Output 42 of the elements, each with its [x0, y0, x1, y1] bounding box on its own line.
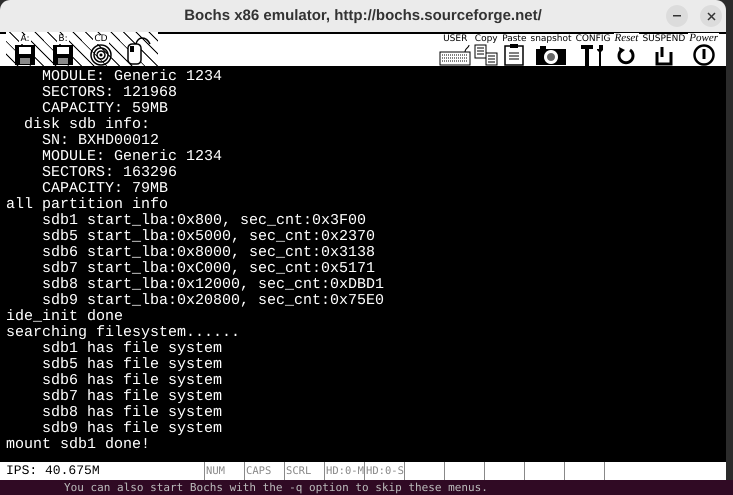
toolbar-button[interactable]	[120, 32, 158, 66]
console-line: sdb1 has file system	[41, 341, 222, 357]
toolbar-button[interactable]: B:	[44, 32, 82, 66]
console-line: MODULE: Generic 1234	[41, 149, 222, 165]
close-icon	[706, 12, 716, 20]
console-line: sdb8 start_lba:0x12000, sec_cnt:0xDBD1	[41, 277, 384, 293]
console-line: sdb5 has file system	[41, 357, 222, 373]
toolbar-button[interactable]: Copy	[472, 32, 500, 66]
terminal-line: You can also start Bochs with the -q option to skip these menus.	[64, 481, 488, 494]
console-line: sdb9 has file system	[41, 421, 222, 437]
console-line: sdb6 has file system	[41, 373, 222, 389]
console-line: sdb7 start_lba:0xC000, sec_cnt:0x5171	[41, 261, 376, 277]
toolbar-button[interactable]: CONFIG	[574, 32, 612, 66]
minimize-icon	[673, 15, 681, 17]
console-line: ide_init done	[6, 309, 124, 325]
minimize-button[interactable]	[666, 5, 688, 27]
console-line: sdb9 start_lba:0x20800, sec_cnt:0x75E0	[41, 293, 384, 309]
window-title: Bochs x86 emulator, http://bochs.sourceforge.net/	[184, 6, 542, 26]
console-line: sdb8 has file system	[41, 405, 222, 421]
console-line: disk sdb info:	[23, 117, 150, 133]
console-line: SN: BXHD00012	[41, 133, 160, 149]
console-line: CAPACITY: 79MB	[41, 181, 168, 197]
console-line: sdb1 start_lba:0x800, sec_cnt:0x3F00	[41, 213, 366, 229]
console-line: sdb5 start_lba:0x5000, sec_cnt:0x2370	[41, 229, 376, 245]
toolbar-button[interactable]: snapshot	[528, 32, 574, 66]
console-line: mount sdb1 done!	[6, 437, 150, 453]
console-line: searching filesystem......	[6, 325, 240, 341]
toolbar-button[interactable]: Power	[687, 32, 720, 66]
console-line: SECTORS: 163296	[41, 165, 178, 181]
toolbar-button[interactable]: USER	[438, 32, 472, 66]
toolbar-button[interactable]: Paste	[500, 32, 528, 66]
toolbar-button[interactable]: A:	[6, 32, 44, 66]
console-line: MODULE: Generic 1234	[41, 69, 222, 85]
console-line: SECTORS: 121968	[41, 85, 178, 101]
console-line: CAPACITY: 59MB	[41, 101, 168, 117]
console-line: all partition info	[6, 197, 168, 213]
console-line: sdb7 has file system	[41, 389, 222, 405]
toolbar-button[interactable]: CD	[82, 32, 120, 66]
console-line: sdb6 start_lba:0x8000, sec_cnt:0x3138	[41, 245, 376, 261]
close-button[interactable]	[700, 5, 722, 27]
toolbar-button[interactable]: SUSPEND	[640, 32, 688, 66]
toolbar-button[interactable]: Reset	[612, 32, 640, 66]
